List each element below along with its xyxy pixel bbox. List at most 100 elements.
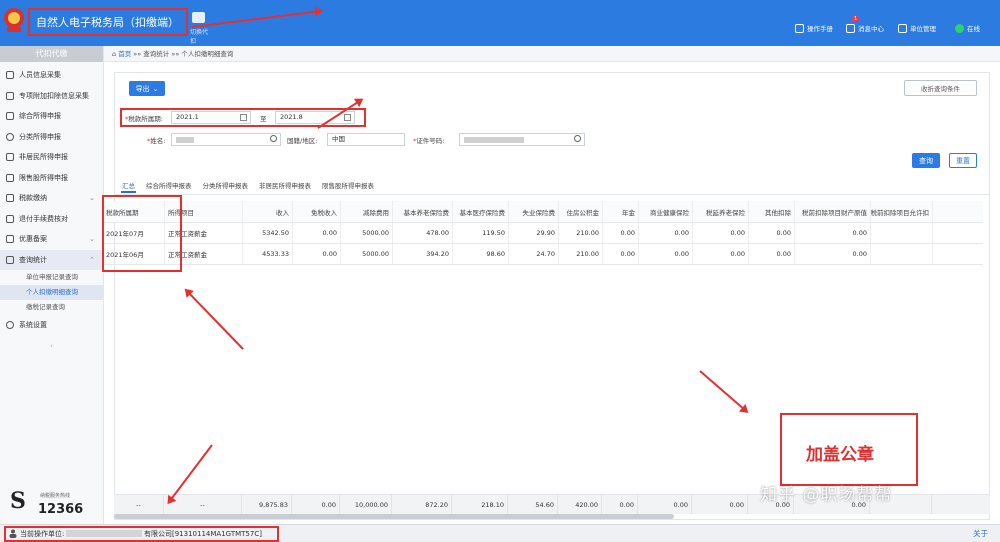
sidebar-item-personnel[interactable]: 人员信息采集 xyxy=(0,65,103,86)
totals-cell: 10,000.00 xyxy=(340,495,392,514)
breadcrumb-path: »» 查询统计 »» 个人扣缴明细查询 xyxy=(133,50,234,58)
country-select[interactable]: 中国 xyxy=(327,133,405,146)
tabs-divider xyxy=(115,194,989,195)
table-cell: 0.00 xyxy=(639,223,693,243)
sidebar-item-label: 限售股所得申报 xyxy=(19,173,68,182)
table-cell: 5000.00 xyxy=(341,244,393,264)
export-button[interactable]: 导出 ⌄ xyxy=(129,81,165,96)
table-cell: 0.00 xyxy=(795,244,871,264)
table-cell xyxy=(871,223,933,243)
export-label: 导出 xyxy=(135,84,150,93)
table-row[interactable]: 2021年06月 正常工资薪金 4533.33 0.00 5000.00 394.20 98… xyxy=(103,244,983,265)
sidebar-item-comprehensive[interactable]: 综合所得申报 xyxy=(0,106,103,127)
table-cell: 0.00 xyxy=(749,244,795,264)
reset-button[interactable]: 重置 xyxy=(949,153,977,168)
sidebar-subitem-personal-detail[interactable]: 个人扣缴明细查询 xyxy=(0,285,103,300)
totals-cell: 0.00 xyxy=(292,495,340,514)
search-icon[interactable] xyxy=(574,135,581,142)
id-number-label-text: 证件号码: xyxy=(416,137,445,145)
manual-button[interactable]: 操作手册 xyxy=(795,20,833,36)
tab-restricted-stock[interactable]: 限售股所得申报表 xyxy=(321,179,375,193)
sidebar-item-nonresident[interactable]: 非居民所得申报 xyxy=(0,147,103,168)
online-label: 在线 xyxy=(967,25,980,33)
column-header: 基本养老保险费 xyxy=(393,201,453,222)
id-number-input[interactable] xyxy=(459,133,585,146)
user-icon xyxy=(9,529,17,538)
chevron-down-icon: ⌄ xyxy=(89,235,95,244)
sidebar-subitem-unit-record[interactable]: 单位申报记录查询 xyxy=(0,270,103,285)
sidebar-collapse-button[interactable]: ‹ xyxy=(0,342,103,350)
sidebar-item-classified[interactable]: 分类所得申报 xyxy=(0,127,103,148)
table-cell: 0.00 xyxy=(603,244,639,264)
table-cell: 0.00 xyxy=(795,223,871,243)
pie-icon xyxy=(6,132,14,141)
name-input[interactable] xyxy=(171,133,281,146)
top-header: 自然人电子税务局（扣缴端） 切换代扣 操作手册 1 消息中心 单位管理 在线 xyxy=(0,0,1000,46)
calendar-icon[interactable] xyxy=(344,114,351,121)
message-icon xyxy=(846,23,855,33)
tab-comprehensive[interactable]: 综合所得申报表 xyxy=(145,179,193,193)
status-bar: 当前操作单位: 有限公司[91310114MA1GTMT57C] 关于 xyxy=(0,524,1000,542)
table-cell: 5342.50 xyxy=(243,223,293,243)
chart-icon xyxy=(6,255,14,264)
column-header: 收入 xyxy=(243,201,293,222)
manual-icon xyxy=(795,23,804,33)
totals-cell: 420.00 xyxy=(558,495,602,514)
report-tabs: 汇总 综合所得申报表 分类所得申报表 非居民所得申报表 限售股所得申报表 xyxy=(121,179,375,193)
current-unit-value: 有限公司[91310114MA1GTMT57C] xyxy=(144,530,262,538)
sidebar-item-preferential[interactable]: 优惠备案 ⌄ xyxy=(0,229,103,250)
column-header: 商业健康保险 xyxy=(639,201,693,222)
sidebar-item-restricted-stock[interactable]: 限售股所得申报 xyxy=(0,168,103,189)
query-button[interactable]: 查询 xyxy=(912,153,940,168)
table-cell: 210.00 xyxy=(559,223,603,243)
app-title: 自然人电子税务局（扣缴端） xyxy=(36,16,179,29)
table-header-row: 税款所属期 所得项目 收入 免税收入 减除费用 基本养老保险费 基本医疗保险费 失业保险费 住房… xyxy=(103,201,983,223)
totals-cell: 0.00 xyxy=(602,495,638,514)
gear-icon xyxy=(6,321,14,330)
sidebar-item-settings[interactable]: 系统设置 xyxy=(0,315,103,336)
sidebar-subitem-payment-record[interactable]: 缴税记录查询 xyxy=(0,300,103,315)
gift-icon xyxy=(6,235,14,244)
chevron-down-icon: ⌄ xyxy=(89,194,95,203)
tab-nonresident[interactable]: 非居民所得申报表 xyxy=(258,179,312,193)
coin-icon xyxy=(6,194,14,203)
person-icon xyxy=(6,71,14,80)
sidebar-item-tax-payment[interactable]: 税款缴纳 ⌄ xyxy=(0,188,103,209)
id-number-label: *证件号码: xyxy=(413,137,445,145)
horizontal-scrollbar[interactable] xyxy=(114,514,674,519)
period-label-text: 税款所属期: xyxy=(128,115,163,123)
period-to-value: 2021.8 xyxy=(280,113,303,121)
totals-cell: 218.10 xyxy=(452,495,508,514)
sidebar-item-refund[interactable]: 退付手续费核对 xyxy=(0,209,103,230)
column-header: 税前扣除项目允许扣 xyxy=(871,201,933,222)
calendar-icon[interactable] xyxy=(240,114,247,121)
table-cell: 5000.00 xyxy=(341,223,393,243)
breadcrumb-home[interactable]: 首页 xyxy=(118,50,131,58)
chevron-up-icon: ⌃ xyxy=(89,255,95,264)
period-from-value: 2021.1 xyxy=(176,113,199,121)
sidebar-item-query-stats[interactable]: 查询统计 ⌃ xyxy=(0,249,103,270)
sidebar-item-special-deduction[interactable]: 专项附加扣除信息采集 xyxy=(0,86,103,107)
totals-cell: 0.00 xyxy=(692,495,748,514)
message-center-button[interactable]: 1 消息中心 xyxy=(846,16,884,36)
watermark: 知乎 @职场帮帮 xyxy=(760,485,893,505)
list-icon xyxy=(6,91,14,100)
search-icon[interactable] xyxy=(270,135,277,142)
period-from-input[interactable]: 2021.1 xyxy=(171,111,251,124)
table-cell xyxy=(871,244,933,264)
about-link[interactable]: 关于 xyxy=(973,528,988,539)
tab-summary[interactable]: 汇总 xyxy=(121,179,136,193)
sidebar-item-label: 优惠备案 xyxy=(19,235,47,244)
unit-icon xyxy=(898,23,907,33)
table-cell: 0.00 xyxy=(293,244,341,264)
unit-management-button[interactable]: 单位管理 xyxy=(898,20,936,36)
message-badge: 1 xyxy=(852,16,860,22)
org-switch-icon xyxy=(192,12,205,23)
sidebar-item-label: 退付手续费核对 xyxy=(19,214,68,223)
table-cell: 4533.33 xyxy=(243,244,293,264)
table-row[interactable]: 2021年07月 正常工资薪金 5342.50 0.00 5000.00 478.00 11… xyxy=(103,223,983,244)
hotline-number: 12366 xyxy=(38,502,84,517)
collapse-filters-button[interactable]: 收折查询条件 xyxy=(904,80,977,96)
online-status-button[interactable]: 在线 xyxy=(955,20,980,36)
tab-classified[interactable]: 分类所得申报表 xyxy=(202,179,250,193)
